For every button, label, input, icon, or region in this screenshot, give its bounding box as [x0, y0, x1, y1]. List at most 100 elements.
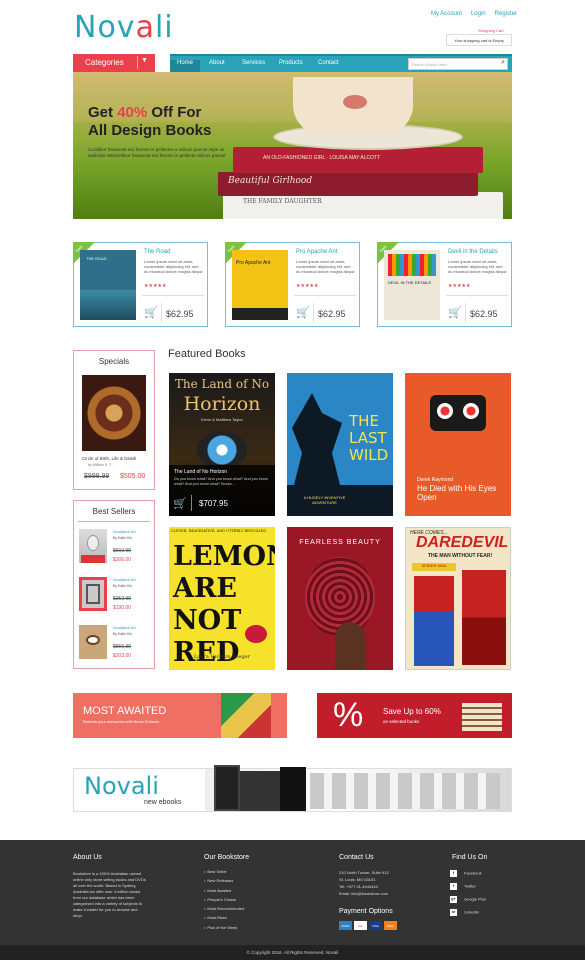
- tile4-line2: ARE NOT: [173, 573, 242, 636]
- hero-discount: 40%: [117, 104, 148, 121]
- cart-title: Shopping Cart: [478, 28, 504, 33]
- footer-about-heading: About Us: [73, 854, 102, 861]
- cover-art: [80, 290, 136, 320]
- bestseller-item[interactable]: Sculpture Art By Kathi Klo $556.99 $203.00: [79, 625, 151, 669]
- save-books-image: [462, 703, 502, 731]
- footer-link-pick-of-week[interactable]: Pick of the Week: [204, 925, 244, 930]
- hero-line2: All Design Books: [88, 122, 212, 139]
- product-title[interactable]: The Road: [144, 249, 170, 255]
- footer-link-peoples-choice[interactable]: People's Choice: [204, 897, 244, 902]
- cart-icon[interactable]: 🛒: [448, 306, 462, 319]
- nav-products[interactable]: Products: [279, 60, 303, 66]
- specials-cover[interactable]: [82, 375, 146, 451]
- my-account-link[interactable]: My Account: [431, 11, 462, 17]
- bestseller-name[interactable]: Sculpture Art: [113, 577, 136, 582]
- teacup: [293, 77, 413, 135]
- footer-link-most-recommended[interactable]: Most Recommended: [204, 906, 244, 911]
- twitter-label: Twitter: [464, 883, 476, 889]
- divider: [465, 303, 466, 323]
- product-card[interactable]: Sale THE ROAD The Road Lorem ipsum dolor…: [73, 242, 208, 327]
- register-link[interactable]: Register: [495, 11, 517, 17]
- nav-contact[interactable]: Contact: [318, 60, 339, 66]
- product-desc: Lorem ipsum dolor sit amet, consectetur …: [144, 259, 203, 274]
- login-link[interactable]: Login: [471, 11, 486, 17]
- cover-title: Pro Apache Ant: [236, 260, 271, 266]
- bestseller-image: [79, 625, 107, 659]
- bestseller-name[interactable]: Sculpture Art: [113, 529, 136, 534]
- footer-about-text: Bookstore is a 100% Australian owned onl…: [73, 871, 146, 918]
- cover-pattern: [388, 254, 436, 276]
- footer-contact-heading: Contact Us: [339, 854, 374, 861]
- bestseller-item[interactable]: Sculpture Art By Kathi Klo $602.99 $306.00: [79, 529, 151, 573]
- product-title[interactable]: Devil in the Details: [448, 249, 498, 255]
- most-awaited-title: MOST AWAITED: [83, 705, 167, 717]
- hero-banner[interactable]: Get 40% Off For All Design Books Curabitu…: [73, 72, 512, 219]
- footer-link-most-awaited[interactable]: Most Awaited: [204, 888, 244, 893]
- bestseller-name[interactable]: Sculpture Art: [113, 625, 136, 630]
- discover-icon: DISC: [384, 921, 397, 930]
- featured-heading: Featured Books: [168, 348, 246, 360]
- product-card[interactable]: Sale Pro Apache Ant Pro Apache Ant Lorem…: [225, 242, 360, 327]
- featured-book-tile[interactable]: Derek Raymond He Died with His Eyes Open: [405, 373, 511, 516]
- product-card[interactable]: Sale DEVIL IN THE DETAILS Devil in the D…: [377, 242, 512, 327]
- cover-band: [232, 308, 288, 320]
- featured-book-tile[interactable]: CLEVER, IMAGINATIVE, AND UTTERLY BEGUILI…: [169, 527, 275, 670]
- rating-stars: ★★★★★: [448, 283, 471, 289]
- featured-book-tile[interactable]: THE LAST WILD A HUGELY INVENTIVE ADVENTURE: [287, 373, 393, 516]
- social-facebook[interactable]: f Facebook: [450, 870, 482, 877]
- featured-book-tile[interactable]: HERE COMES... DAREDEVIL THE MAN WITHOUT …: [405, 527, 511, 670]
- footer-link-new-releases[interactable]: New Releases: [204, 878, 244, 883]
- product-price: $62.95: [318, 309, 346, 319]
- hero-line1a: Get: [88, 104, 118, 121]
- bestseller-price: $190.00: [113, 605, 132, 611]
- footer-email[interactable]: Email: info@bookstore.com: [339, 891, 388, 897]
- hero-book-middle: Beautiful Girlhood: [218, 172, 478, 196]
- cart-box[interactable]: Your shopping cart is Empty: [446, 34, 512, 46]
- ebooks-banner[interactable]: Novali new ebooks: [73, 765, 512, 812]
- nav-services[interactable]: Services: [242, 60, 265, 66]
- search-input[interactable]: Search Books Here... ⌕: [408, 58, 508, 70]
- facebook-label: Facebook: [464, 870, 482, 876]
- footer-link-best-seller[interactable]: Best Seller: [204, 869, 244, 874]
- cart-icon[interactable]: 🛒: [144, 306, 158, 319]
- tile5-face: [335, 622, 365, 670]
- most-awaited-books-image: [221, 693, 271, 738]
- tablet-image: [280, 767, 306, 811]
- search-placeholder: Search Books Here...: [412, 62, 451, 67]
- nav-about[interactable]: About: [209, 60, 225, 66]
- social-twitter[interactable]: t Twitter: [450, 883, 476, 890]
- tile2-line2: LAST: [349, 429, 387, 447]
- cart-icon[interactable]: 🛒: [296, 306, 310, 319]
- categories-button[interactable]: Categories ▼: [73, 54, 155, 72]
- site-logo[interactable]: Novali: [74, 10, 174, 45]
- nav-home-label[interactable]: Home: [177, 60, 193, 66]
- tile1-text: Do you know what? And you know what? And…: [174, 477, 268, 486]
- product-cover[interactable]: THE ROAD: [80, 250, 136, 320]
- social-google-plus[interactable]: g+ Google Plus: [450, 896, 486, 903]
- tile3-title: He Died with His Eyes Open: [417, 484, 497, 502]
- bestseller-item[interactable]: Sculpture Art By Kathi Klo $352.99 $190.00: [79, 577, 151, 621]
- product-title[interactable]: Pro Apache Ant: [296, 249, 337, 255]
- cover-title: DEVIL IN THE DETAILS: [388, 280, 432, 285]
- stamp: [81, 555, 105, 563]
- social-linkedin[interactable]: in Linkedin: [450, 909, 479, 916]
- cart-icon[interactable]: 🛒: [173, 497, 187, 510]
- frame-art: [86, 584, 100, 604]
- logo-text-3: li: [154, 10, 174, 45]
- search-icon[interactable]: ⌕: [501, 59, 505, 67]
- tile1-line2: Horizon: [183, 393, 261, 415]
- footer-link-must-read[interactable]: Must Read: [204, 915, 244, 920]
- rating-stars: ★★★★★: [296, 283, 319, 289]
- linkedin-icon: in: [450, 909, 457, 916]
- featured-book-tile[interactable]: FEARLESS BEAUTY: [287, 527, 393, 670]
- featured-book-tile[interactable]: The Land of No Horizon Kevin & Matthew T…: [169, 373, 275, 516]
- twitter-icon: t: [450, 883, 457, 890]
- most-awaited-banner[interactable]: MOST AWAITED Refresh your memories with …: [73, 693, 287, 738]
- specials-title[interactable]: Circle of Birth, Life & Death: [82, 456, 136, 461]
- copyright: © Copyright 2016. All Rights Reserved. N…: [0, 945, 585, 960]
- save-sub: on selected books: [383, 719, 420, 724]
- tile2-tagline: A HUGELY INVENTIVE ADVENTURE: [303, 495, 346, 505]
- product-cover[interactable]: DEVIL IN THE DETAILS: [384, 250, 440, 320]
- product-cover[interactable]: Pro Apache Ant: [232, 250, 288, 320]
- save-banner[interactable]: % Save Up to 60% on selected books: [317, 693, 512, 738]
